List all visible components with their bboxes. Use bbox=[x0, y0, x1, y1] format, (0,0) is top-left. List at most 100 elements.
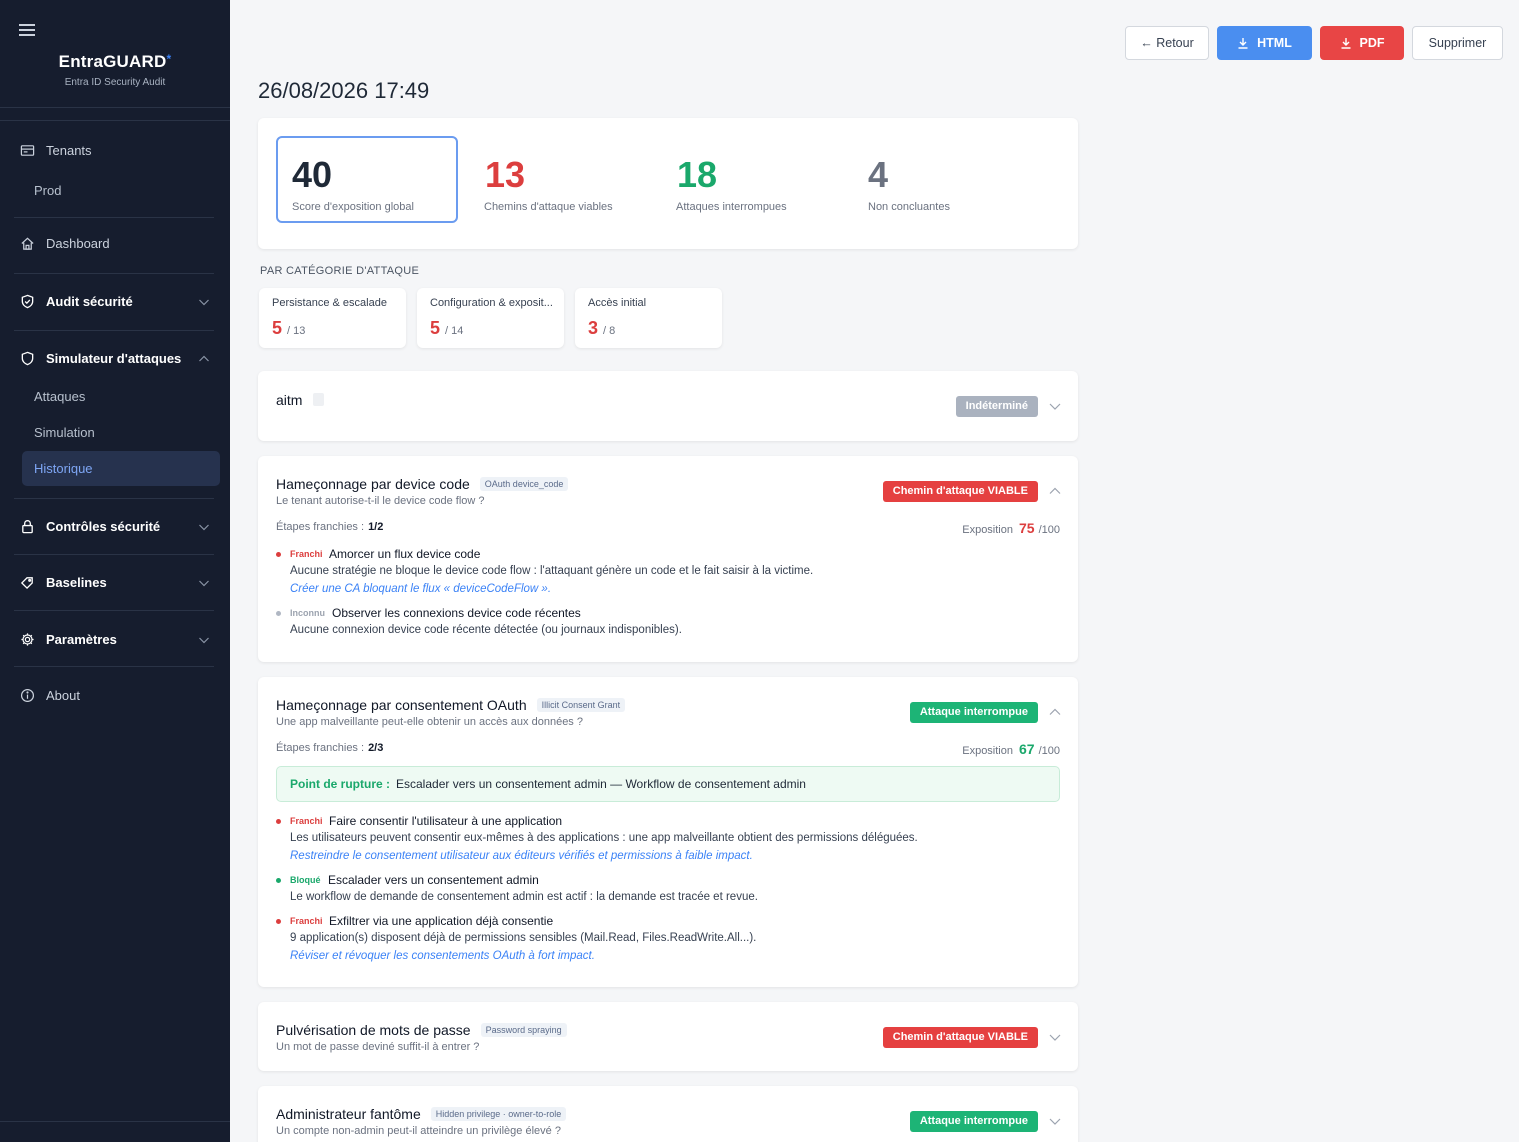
nav-tenants-label: Tenants bbox=[46, 143, 92, 158]
brand-subtitle: Entra ID Security Audit bbox=[64, 77, 166, 88]
attack-title: Hameçonnage par device code OAuth device_… bbox=[276, 476, 569, 492]
step-title: Amorcer un flux device code bbox=[329, 547, 481, 561]
nav-dashboard[interactable]: Dashboard bbox=[20, 236, 210, 251]
nav-simulator-label: Simulateur d'attaques bbox=[46, 351, 182, 366]
status-badge: Attaque interrompue bbox=[909, 1111, 1038, 1132]
nav-simulator[interactable]: Simulateur d'attaques bbox=[20, 351, 210, 366]
category-name: Persistance & escalade bbox=[272, 297, 387, 309]
category-card[interactable]: Configuration & exposit... 5 / 14 bbox=[417, 288, 564, 348]
nav-sim-history[interactable]: Historique bbox=[22, 451, 220, 486]
divider bbox=[0, 1121, 230, 1122]
attack-card-aitm[interactable]: aitm Indéterminé bbox=[258, 371, 1078, 441]
nav-audit[interactable]: Audit sécurité bbox=[20, 294, 210, 309]
chevron-down-icon bbox=[199, 524, 209, 530]
step-description: Le workflow de demande de consentement a… bbox=[290, 891, 758, 903]
category-card[interactable]: Persistance & escalade 5 / 13 bbox=[259, 288, 406, 348]
category-value: 5 / 13 bbox=[272, 318, 306, 338]
step-description: Les utilisateurs peuvent consentir eux-m… bbox=[290, 832, 918, 844]
chevron-down-icon bbox=[199, 299, 209, 305]
global-score-value: 40 bbox=[292, 154, 333, 195]
export-html-label: HTML bbox=[1257, 36, 1292, 50]
attack-description: Un mot de passe deviné suffit-il à entre… bbox=[276, 1041, 480, 1053]
brand: EntraGUARD* Entra ID Security Audit bbox=[0, 52, 230, 88]
status-badge: Indéterminé bbox=[955, 396, 1038, 417]
attack-title: Administrateur fantôme Hidden privilege ·… bbox=[276, 1106, 567, 1122]
viable-count: 13 bbox=[485, 154, 526, 195]
viable-label: Chemins d'attaque viables bbox=[484, 201, 613, 213]
divider bbox=[14, 554, 214, 555]
divider bbox=[14, 610, 214, 611]
category-name: Accès initial bbox=[588, 297, 647, 309]
chevron-down-icon[interactable] bbox=[1048, 1114, 1062, 1128]
attack-tag: OAuth device_code bbox=[479, 477, 569, 491]
nav-sim-simulation[interactable]: Simulation bbox=[34, 425, 95, 440]
chevron-down-icon bbox=[199, 580, 209, 586]
inconclusive-count: 4 bbox=[868, 154, 889, 195]
chevron-down-icon[interactable] bbox=[1048, 1030, 1062, 1044]
attack-tag: Illicit Consent Grant bbox=[536, 698, 626, 712]
step-title: Observer les connexions device code réce… bbox=[332, 606, 581, 620]
category-name: Configuration & exposit... bbox=[430, 297, 553, 309]
step-status: Inconnu bbox=[290, 608, 325, 618]
status-badge: Attaque interrompue bbox=[909, 702, 1038, 723]
export-pdf-button[interactable]: PDF bbox=[1320, 26, 1404, 60]
nav-about[interactable]: About bbox=[20, 688, 210, 703]
nav-controls-label: Contrôles sécurité bbox=[46, 519, 161, 534]
attack-card-password-spraying[interactable]: Pulvérisation de mots de passe Password s… bbox=[258, 1002, 1078, 1071]
nav-tenants[interactable]: Tenants bbox=[20, 143, 210, 158]
attack-tag: Password spraying bbox=[480, 1023, 567, 1037]
tenants-icon bbox=[20, 145, 35, 156]
tenant-prod[interactable]: Prod bbox=[34, 183, 61, 198]
menu-icon[interactable] bbox=[19, 24, 35, 36]
status-badge: Chemin d'attaque VIABLE bbox=[882, 1027, 1038, 1048]
back-button[interactable]: ← Retour bbox=[1125, 26, 1209, 60]
nav-dashboard-label: Dashboard bbox=[46, 236, 110, 251]
step-remediation-link[interactable]: Créer une CA bloquant le flux « deviceCo… bbox=[290, 583, 551, 595]
page-title: 26/08/2026 17:49 bbox=[258, 78, 430, 103]
delete-button[interactable]: Supprimer bbox=[1412, 26, 1503, 60]
sidebar: EntraGUARD* Entra ID Security Audit Tena… bbox=[0, 0, 230, 1142]
attack-title: Pulvérisation de mots de passe Password s… bbox=[276, 1022, 567, 1038]
download-icon bbox=[1238, 38, 1248, 49]
divider bbox=[14, 217, 214, 218]
tag-icon bbox=[20, 577, 33, 590]
divider bbox=[14, 273, 214, 274]
step-title: Escalader vers un consentement admin bbox=[328, 873, 539, 887]
delete-button-label: Supprimer bbox=[1428, 36, 1487, 50]
chevron-up-icon[interactable] bbox=[1048, 484, 1062, 498]
status-badge: Chemin d'attaque VIABLE bbox=[882, 481, 1038, 502]
step-description: Aucune stratégie ne bloque le device cod… bbox=[290, 565, 814, 577]
step-description: 9 application(s) disposent déjà de permi… bbox=[290, 932, 757, 944]
info-icon bbox=[20, 688, 35, 703]
chevron-up-icon[interactable] bbox=[1048, 705, 1062, 719]
divider bbox=[0, 107, 230, 108]
nav-audit-label: Audit sécurité bbox=[46, 294, 133, 309]
nav-sim-attacks[interactable]: Attaques bbox=[34, 389, 85, 404]
lock-icon bbox=[22, 520, 33, 534]
attack-card-oauth-consent[interactable]: Hameçonnage par consentement OAuth Illici… bbox=[258, 677, 1078, 987]
step-remediation-link[interactable]: Réviser et révoquer les consentements OA… bbox=[290, 950, 595, 962]
nav-controls[interactable]: Contrôles sécurité bbox=[20, 519, 210, 534]
nav-baselines[interactable]: Baselines bbox=[20, 575, 210, 590]
nav-baselines-label: Baselines bbox=[46, 575, 107, 590]
export-pdf-label: PDF bbox=[1359, 36, 1385, 50]
nav-settings[interactable]: Paramètres bbox=[20, 632, 210, 647]
step-title: Faire consentir l'utilisateur à une appl… bbox=[329, 814, 563, 828]
step-status: Bloqué bbox=[290, 875, 321, 885]
step-status: Franchi bbox=[290, 816, 323, 826]
category-card[interactable]: Accès initial 3 / 8 bbox=[575, 288, 722, 348]
export-html-button[interactable]: HTML bbox=[1217, 26, 1312, 60]
attack-title: Hameçonnage par consentement OAuth Illici… bbox=[276, 697, 626, 713]
step-remediation-link[interactable]: Restreindre le consentement utilisateur … bbox=[290, 850, 753, 862]
step-status: Franchi bbox=[290, 549, 323, 559]
chevron-up-icon bbox=[199, 355, 209, 361]
attack-card-device-code[interactable]: Hameçonnage par device code OAuth device_… bbox=[258, 456, 1078, 662]
step-status: Franchi bbox=[290, 916, 323, 926]
chevron-down-icon[interactable] bbox=[1048, 399, 1062, 413]
steps-progress: Étapes franchies :2/3 bbox=[276, 742, 384, 754]
brand-title: EntraGUARD* bbox=[58, 52, 172, 71]
step-title: Exfiltrer via une application déjà conse… bbox=[329, 914, 554, 928]
attack-card-ghost-admin[interactable]: Administrateur fantôme Hidden privilege ·… bbox=[258, 1086, 1078, 1142]
category-value: 5 / 14 bbox=[430, 318, 464, 338]
back-button-label: ← Retour bbox=[1140, 36, 1194, 50]
